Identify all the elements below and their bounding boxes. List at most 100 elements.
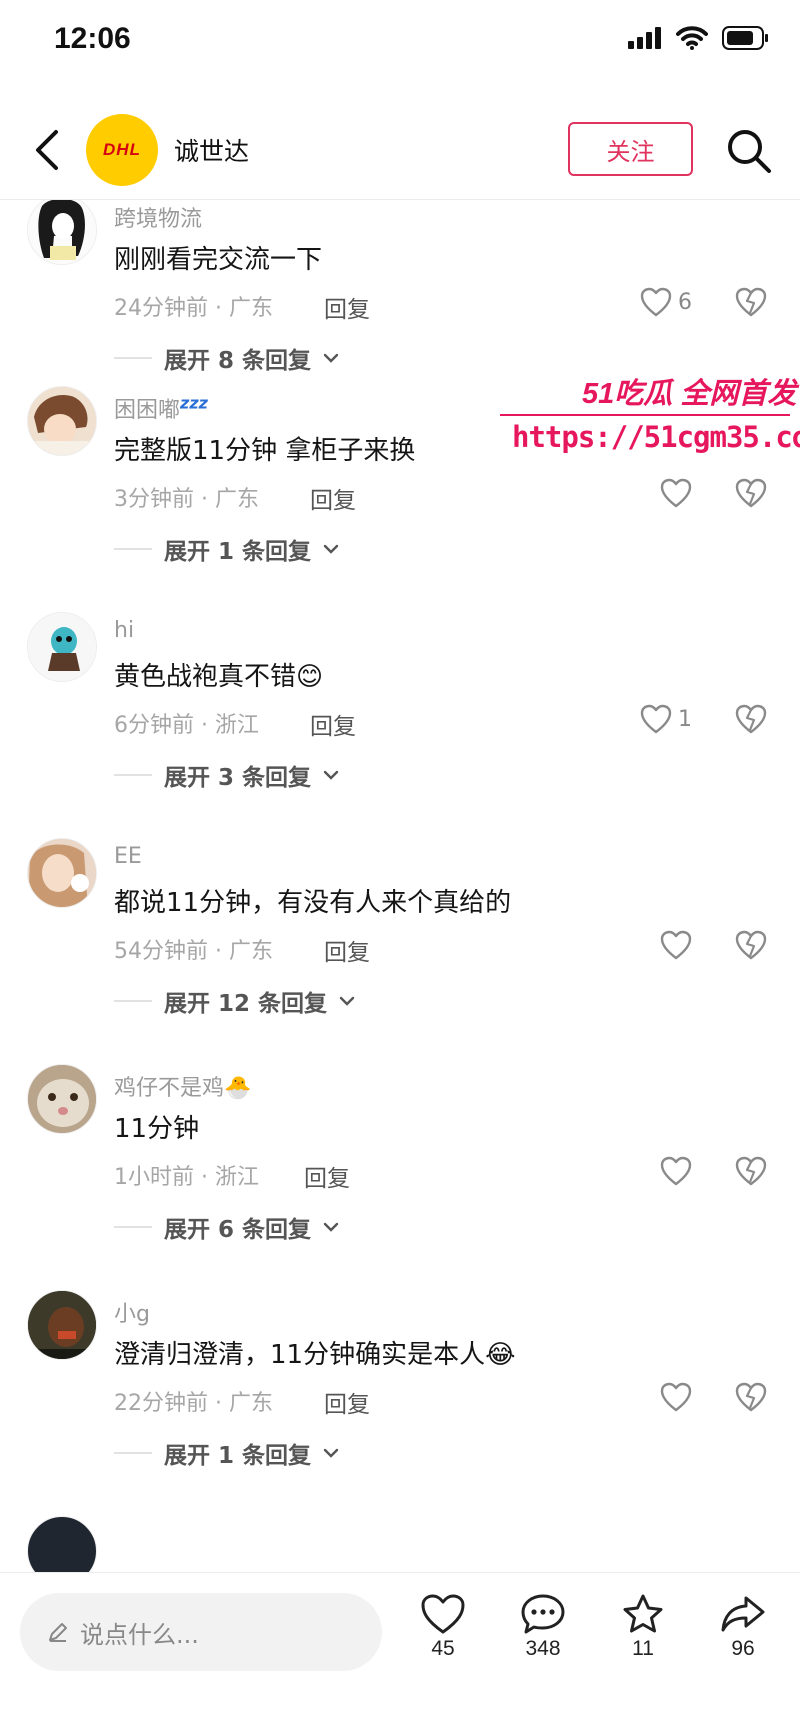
avatar[interactable] [27, 1064, 97, 1134]
avatar[interactable] [27, 1516, 97, 1572]
expand-replies[interactable]: 展开 12 条回复 [114, 984, 355, 1018]
follow-button[interactable]: 关注 [568, 122, 693, 176]
comment-time: 3分钟前 · 广东 [114, 487, 259, 512]
dislike-button[interactable] [735, 930, 767, 964]
dislike-button[interactable] [735, 287, 767, 321]
like-total: 45 [431, 1637, 455, 1660]
reply-button[interactable]: 回复 [324, 933, 370, 967]
like-button[interactable] [660, 478, 692, 508]
avatar[interactable] [27, 200, 97, 265]
like-button[interactable] [660, 930, 692, 960]
chevron-down-icon [323, 1448, 339, 1458]
star-icon [623, 1594, 663, 1633]
comment-item [0, 1516, 800, 1572]
expand-divider [114, 1452, 152, 1454]
status-bar: 12:06 [0, 0, 800, 90]
expand-divider [114, 1000, 152, 1002]
avatar[interactable] [27, 1290, 97, 1360]
comment-time: 22分钟前 · 广东 [114, 1391, 273, 1416]
reply-button[interactable]: 回复 [310, 707, 356, 741]
favorite-action[interactable]: 11 [608, 1593, 678, 1661]
avatar-illustration [28, 613, 96, 681]
bottom-bar: 说点什么... 45 348 11 96 [0, 1572, 800, 1731]
dislike-button[interactable] [735, 1382, 767, 1416]
broken-heart-icon [735, 930, 767, 960]
watermark-title: 51吃瓜 全网首发 [582, 378, 797, 410]
expand-label: 展开 6 条回复 [164, 1217, 312, 1243]
expand-label: 展开 8 条回复 [164, 348, 312, 374]
chevron-down-icon [323, 544, 339, 554]
expand-label: 展开 12 条回复 [164, 991, 328, 1017]
expand-replies[interactable]: 展开 1 条回复 [114, 532, 339, 566]
watermark-url: https://51cgm35.com [512, 420, 800, 454]
like-count: 6 [678, 289, 692, 315]
share-total: 96 [731, 1637, 755, 1660]
battery-icon [722, 26, 768, 50]
dislike-button[interactable] [735, 478, 767, 512]
heart-icon [660, 478, 692, 508]
expand-replies[interactable]: 展开 1 条回复 [114, 1436, 339, 1470]
avatar[interactable] [27, 612, 97, 682]
avatar-photo [28, 839, 96, 907]
chevron-down-icon [323, 1222, 339, 1232]
chevron-down-icon [323, 353, 339, 363]
like-action[interactable]: 45 [408, 1593, 478, 1661]
like-button[interactable] [660, 1382, 692, 1412]
reply-button[interactable]: 回复 [324, 290, 370, 324]
favorite-total: 11 [632, 1637, 654, 1660]
expand-label: 展开 1 条回复 [164, 1443, 312, 1469]
expand-divider [114, 357, 152, 359]
wifi-icon [676, 26, 708, 50]
like-button[interactable] [660, 1156, 692, 1186]
comment-item: hi 黄色战袍真不错😊 6分钟前 · 浙江 回复 1 展开 3 条回复 [0, 612, 800, 837]
share-icon [721, 1596, 765, 1632]
reply-button[interactable]: 回复 [324, 1385, 370, 1419]
expand-replies[interactable]: 展开 8 条回复 [114, 341, 339, 375]
avatar[interactable] [27, 386, 97, 456]
avatar[interactable] [27, 838, 97, 908]
comment-username[interactable]: EE [114, 844, 142, 869]
like-button[interactable]: 6 [640, 287, 692, 317]
comment-time: 24分钟前 · 广东 [114, 296, 273, 321]
watermark: 51吃瓜 全网首发 https://51cgm35.com [500, 370, 800, 470]
share-action[interactable]: 96 [708, 1593, 778, 1661]
profile-avatar[interactable]: DHL [86, 114, 158, 186]
reply-button[interactable]: 回复 [310, 481, 356, 515]
broken-heart-icon [735, 704, 767, 734]
back-button[interactable] [30, 128, 66, 172]
like-button[interactable]: 1 [640, 704, 692, 734]
comment-username[interactable]: 跨境物流 [114, 201, 202, 233]
expand-replies[interactable]: 展开 3 条回复 [114, 758, 339, 792]
heart-icon [660, 1156, 692, 1186]
broken-heart-icon [735, 1156, 767, 1186]
comment-text: 都说11分钟，有没有人来个真给的 [114, 888, 512, 918]
chevron-down-icon [339, 996, 355, 1006]
status-icons [628, 26, 770, 50]
comment-username[interactable]: hi [114, 618, 134, 643]
dislike-button[interactable] [735, 704, 767, 738]
comment-input[interactable]: 说点什么... [20, 1593, 382, 1671]
comment-username[interactable]: 小g [114, 1296, 150, 1328]
dislike-button[interactable] [735, 1156, 767, 1190]
comment-action[interactable]: 348 [508, 1593, 578, 1661]
avatar-illustration [28, 200, 96, 264]
comment-time: 6分钟前 · 浙江 [114, 713, 259, 738]
broken-heart-icon [735, 478, 767, 508]
expand-divider [114, 774, 152, 776]
comment-username[interactable]: 鸡仔不是鸡🐣 [114, 1070, 251, 1102]
heart-icon [640, 287, 672, 317]
comment-input-placeholder: 说点什么... [80, 1620, 199, 1649]
broken-heart-icon [735, 287, 767, 317]
back-arrow-icon [36, 130, 58, 170]
dhl-logo: DHL [103, 140, 141, 159]
profile-name[interactable]: 诚世达 [174, 132, 249, 168]
expand-label: 展开 3 条回复 [164, 765, 312, 791]
comment-item: 鸡仔不是鸡🐣 11分钟 1小时前 · 浙江 回复 展开 6 条回复 [0, 1064, 800, 1289]
comment-item: 小g 澄清归澄清，11分钟确实是本人😂 22分钟前 · 广东 回复 展开 1 条… [0, 1290, 800, 1515]
comment-time: 1小时前 · 浙江 [114, 1165, 259, 1190]
search-button[interactable] [726, 128, 772, 174]
expand-replies[interactable]: 展开 6 条回复 [114, 1210, 339, 1244]
reply-button[interactable]: 回复 [304, 1159, 350, 1193]
comment-username[interactable]: 困困嘟zzz [114, 392, 208, 424]
heart-icon [660, 1382, 692, 1412]
